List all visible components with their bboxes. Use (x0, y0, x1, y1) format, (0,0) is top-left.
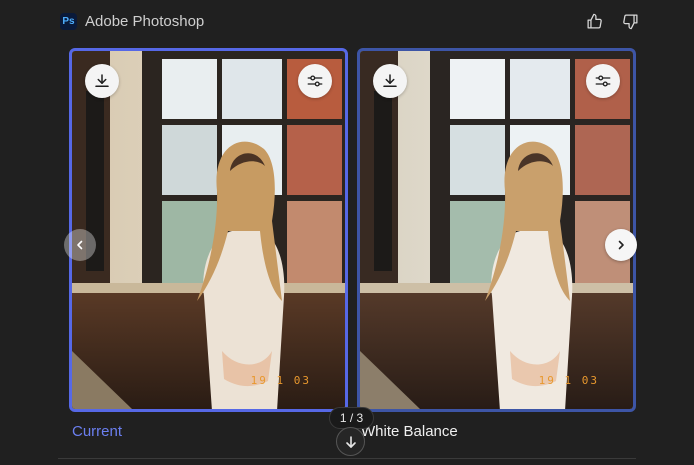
adjustments-button[interactable] (298, 64, 332, 98)
chevron-right-icon (618, 240, 624, 250)
thumbs-up-icon (586, 13, 602, 29)
thumbs-up-button[interactable] (583, 10, 605, 32)
download-icon (95, 74, 109, 87)
variant-label-current[interactable]: Current (72, 423, 122, 440)
adjustments-button[interactable] (586, 64, 620, 98)
app-title: Adobe Photoshop (85, 13, 205, 30)
divider (58, 458, 636, 459)
variant-label-white-balance[interactable]: White Balance (361, 423, 458, 440)
download-icon (383, 74, 397, 87)
header: Ps Adobe Photoshop (0, 0, 694, 44)
sliders-icon (307, 75, 323, 87)
photo-date-stamp: 19 1 03 (250, 374, 311, 387)
photo-preview (360, 51, 633, 409)
photoshop-panel: Ps Adobe Photoshop 19 1 03 19 1 03 Curre… (0, 0, 694, 465)
photo-preview (72, 51, 345, 409)
scroll-down-button[interactable] (336, 427, 365, 456)
download-button[interactable] (85, 64, 119, 98)
thumbs-down-button[interactable] (619, 10, 641, 32)
thumbs-down-icon (622, 13, 638, 29)
variant-card-white-balance[interactable]: 19 1 03 (357, 48, 636, 412)
previous-button[interactable] (64, 229, 96, 261)
download-button[interactable] (373, 64, 407, 98)
arrow-down-icon (345, 435, 356, 448)
photo-date-stamp: 19 1 03 (538, 374, 599, 387)
page-counter: 1 / 3 (329, 407, 374, 429)
next-button[interactable] (605, 229, 637, 261)
sliders-icon (595, 75, 611, 87)
chevron-left-icon (77, 240, 83, 250)
photoshop-logo: Ps (60, 13, 77, 30)
variant-card-current[interactable]: 19 1 03 (69, 48, 348, 412)
